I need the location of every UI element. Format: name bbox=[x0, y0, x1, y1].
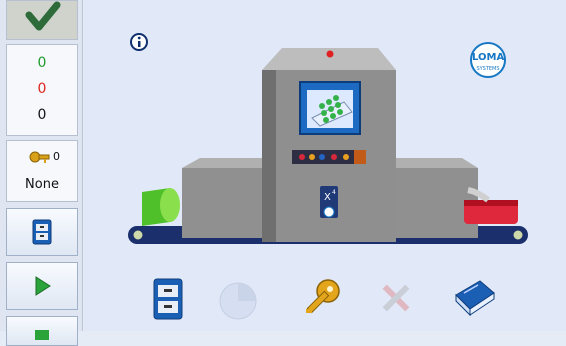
user-level: None bbox=[25, 177, 59, 192]
start-button[interactable] bbox=[6, 262, 78, 310]
xray-machine-graphic: X 4 bbox=[128, 48, 528, 244]
sidebar: 0 0 0 0 None bbox=[0, 0, 83, 346]
counters-box: 0 0 0 bbox=[6, 44, 78, 136]
machine-badge-sup: 4 bbox=[332, 189, 336, 196]
machine-view: LOMA SYSTEMS X 4 bbox=[84, 0, 566, 331]
pie-chart-icon[interactable] bbox=[214, 275, 262, 323]
file-cabinet-icon bbox=[32, 219, 52, 245]
key-icon bbox=[29, 151, 50, 163]
total-count: 0 bbox=[37, 107, 47, 123]
user-box[interactable]: 0 None bbox=[6, 140, 78, 202]
manual-book-icon[interactable] bbox=[450, 275, 498, 323]
file-cabinet-icon[interactable] bbox=[144, 275, 192, 323]
stop-button[interactable] bbox=[6, 316, 78, 346]
pass-count: 0 bbox=[37, 55, 47, 71]
play-icon bbox=[35, 276, 51, 296]
stop-icon bbox=[35, 330, 49, 340]
user-key-count: 0 bbox=[53, 150, 60, 163]
accept-check-icon bbox=[25, 1, 61, 31]
accept-status-box bbox=[6, 0, 78, 40]
reject-count: 0 bbox=[37, 81, 47, 97]
file-cabinet-button[interactable] bbox=[6, 208, 78, 256]
wrench-screwdriver-icon[interactable] bbox=[372, 275, 420, 323]
key-icon[interactable] bbox=[298, 275, 346, 323]
machine-badge-text: X bbox=[324, 192, 331, 203]
